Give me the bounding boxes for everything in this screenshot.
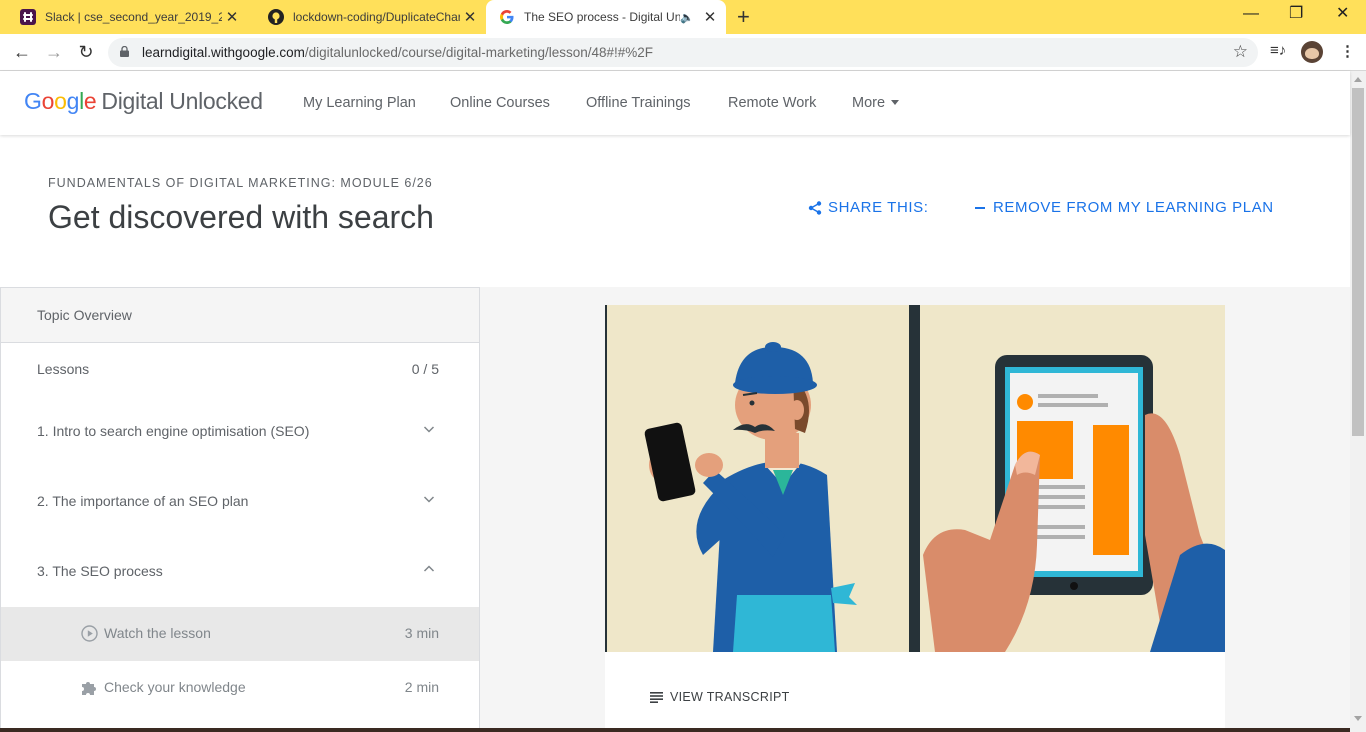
view-transcript-button[interactable]: VIEW TRANSCRIPT (650, 690, 790, 704)
remove-label: REMOVE FROM MY LEARNING PLAN (993, 199, 1274, 216)
topic-overview-label: Topic Overview (37, 307, 132, 323)
nav-online-courses[interactable]: Online Courses (450, 95, 550, 111)
sidebar-item-check-knowledge[interactable]: Check your knowledge 2 min (1, 661, 479, 715)
subitem-label: Check your knowledge (104, 679, 246, 695)
sidebar-item-watch-lesson[interactable]: Watch the lesson 3 min (1, 607, 479, 661)
minus-icon (975, 206, 985, 209)
reload-button[interactable]: ↻ (74, 40, 98, 64)
tab-close-icon[interactable]: ✕ (222, 8, 242, 26)
logo-letter: o (41, 88, 55, 114)
page-title: Get discovered with search (48, 199, 434, 235)
play-circle-icon (81, 625, 98, 642)
topic-label: 3. The SEO process (37, 563, 163, 579)
share-label: SHARE THIS: (828, 199, 929, 216)
chevron-down-icon[interactable] (423, 493, 435, 505)
sidebar-topic-1[interactable]: 1. Intro to search engine optimisation (… (1, 405, 479, 459)
profile-avatar[interactable] (1301, 41, 1323, 63)
nav-my-learning-plan[interactable]: My Learning Plan (303, 95, 416, 111)
sidebar-topic-3[interactable]: 3. The SEO process (1, 545, 479, 599)
logo-letter: g (66, 88, 80, 114)
puzzle-icon (82, 682, 96, 695)
taskbar-edge (0, 728, 1350, 732)
topic-label: 2. The importance of an SEO plan (37, 493, 249, 509)
url-text: learndigital.withgoogle.com/digitalunloc… (142, 45, 653, 60)
subitem-duration: 3 min (404, 625, 439, 641)
logo-letter: o (54, 88, 67, 114)
module-label: FUNDAMENTALS OF DIGITAL MARKETING: MODUL… (48, 176, 433, 190)
scrollbar-thumb[interactable] (1352, 88, 1364, 436)
subitem-label: Watch the lesson (104, 625, 211, 641)
forward-button[interactable]: → (42, 40, 66, 64)
nav-offline-trainings[interactable]: Offline Trainings (586, 95, 691, 111)
url-path: /digitalunlocked/course/digital-marketin… (304, 45, 654, 60)
page-scrollbar[interactable] (1350, 71, 1366, 732)
lessons-label: Lessons (37, 361, 90, 377)
browser-toolbar: ← → ↻ learndigital.withgoogle.com/digita… (0, 34, 1366, 71)
restore-button[interactable]: ❐ (1289, 4, 1303, 24)
remove-from-plan-button[interactable]: REMOVE FROM MY LEARNING PLAN (975, 199, 1274, 216)
lessons-header: Lessons 0 / 5 (1, 343, 479, 397)
caret-down-icon (891, 100, 900, 105)
lock-icon (120, 46, 129, 57)
lesson-video-thumbnail[interactable] (605, 305, 1225, 652)
topic-overview[interactable]: Topic Overview (1, 288, 479, 343)
slack-icon (20, 9, 36, 25)
browser-tab-strip: Slack | cse_second_year_2019_20 ✕ lockdo… (0, 0, 1366, 34)
menu-dots-icon[interactable]: ⋮ (1340, 42, 1355, 60)
video-card: VIEW TRANSCRIPT (605, 305, 1225, 732)
sidebar-topic-2[interactable]: 2. The importance of an SEO plan (1, 475, 479, 529)
topic-label: 1. Intro to search engine optimisation (… (37, 423, 310, 439)
nav-more[interactable]: More (852, 95, 900, 111)
minimize-button[interactable]: — (1243, 4, 1259, 24)
lesson-hero: FUNDAMENTALS OF DIGITAL MARKETING: MODUL… (0, 135, 1350, 287)
browser-tab-seo[interactable]: The SEO process - Digital Un 🔈 ✕ (486, 0, 726, 34)
tab-close-icon[interactable]: ✕ (700, 8, 720, 26)
transcript-lines-icon (650, 691, 663, 703)
chevron-up-icon[interactable] (423, 563, 435, 575)
url-host: learndigital.withgoogle.com (142, 45, 305, 60)
page-content: FUNDAMENTALS OF DIGITAL MARKETING: MODUL… (0, 135, 1350, 732)
speaker-icon[interactable]: 🔈 (680, 11, 694, 24)
scroll-down-arrow-icon[interactable] (1354, 716, 1362, 721)
view-transcript-label: VIEW TRANSCRIPT (670, 690, 790, 704)
tab-title: The SEO process - Digital Un (524, 10, 681, 24)
google-icon (500, 10, 514, 24)
nav-more-label: More (852, 95, 886, 111)
logo-product-name: Digital Unlocked (101, 88, 263, 114)
tab-title: lockdown-coding/DuplicateChar (293, 10, 460, 24)
share-button[interactable]: SHARE THIS: (808, 199, 929, 216)
back-button[interactable]: ← (10, 40, 34, 64)
chevron-down-icon[interactable] (423, 423, 435, 435)
share-icon (808, 200, 822, 215)
new-tab-button[interactable]: + (737, 4, 750, 30)
nav-remote-work[interactable]: Remote Work (728, 95, 816, 111)
tab-close-icon[interactable]: ✕ (460, 8, 480, 26)
site-header: Google Digital Unlocked My Learning Plan … (0, 71, 1350, 135)
github-icon (268, 9, 284, 25)
address-bar[interactable]: learndigital.withgoogle.com/digitalunloc… (108, 38, 1258, 67)
subitem-duration: 2 min (404, 679, 439, 695)
logo-letter: G (24, 88, 42, 114)
browser-tab-github[interactable]: lockdown-coding/DuplicateChar ✕ (248, 0, 486, 34)
tab-title: Slack | cse_second_year_2019_20 (45, 10, 222, 24)
lesson-sidebar: Topic Overview Lessons 0 / 5 1. Intro to… (0, 287, 480, 732)
bookmark-star-icon[interactable]: ☆ (1233, 42, 1248, 62)
window-close-button[interactable]: ✕ (1336, 4, 1349, 24)
media-control-icon[interactable]: ≡♪ (1270, 42, 1286, 59)
browser-tab-slack[interactable]: Slack | cse_second_year_2019_20 ✕ (0, 0, 248, 34)
logo-letter: e (83, 88, 97, 114)
google-digital-unlocked-logo[interactable]: Google Digital Unlocked (24, 88, 263, 115)
scroll-up-arrow-icon[interactable] (1354, 77, 1362, 82)
lessons-count: 0 / 5 (411, 361, 439, 377)
